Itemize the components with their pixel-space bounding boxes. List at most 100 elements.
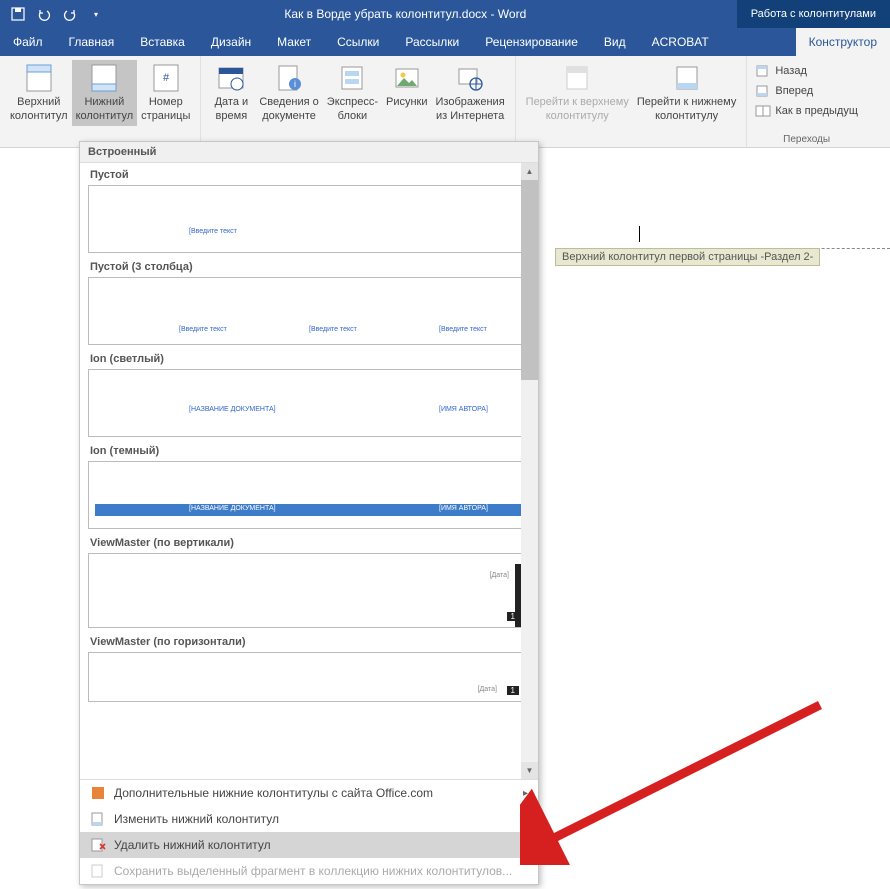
preset-preview-blank[interactable]: [Введите текст xyxy=(88,185,530,253)
goto-header-label: Перейти к верхнему колонтитулу xyxy=(526,96,629,124)
tab-designer[interactable]: Конструктор xyxy=(796,28,890,56)
office-icon xyxy=(90,785,106,801)
footer-button[interactable]: Нижний колонтитул xyxy=(72,60,138,126)
preset-preview-blank3[interactable]: [Введите текст [Введите текст [Введите т… xyxy=(88,277,530,345)
header-label: Верхний колонтитул xyxy=(10,96,68,124)
goto-header-icon xyxy=(561,62,593,94)
ribbon-tabs: Файл Главная Вставка Дизайн Макет Ссылки… xyxy=(0,28,890,56)
tab-home[interactable]: Главная xyxy=(56,28,128,56)
nav-back-icon xyxy=(755,63,771,79)
tab-insert[interactable]: Вставка xyxy=(127,28,198,56)
tab-layout[interactable]: Макет xyxy=(264,28,324,56)
pictures-label: Рисунки xyxy=(386,96,428,110)
preset-preview-vm-horizontal[interactable]: [Дата] 1 xyxy=(88,652,530,702)
placeholder-text: [Введите текст xyxy=(309,326,357,333)
customize-qat-icon[interactable]: ▾ xyxy=(84,2,108,26)
page-number-button[interactable]: # Номер страницы xyxy=(137,60,194,126)
more-from-office-label: Дополнительные нижние колонтитулы с сайт… xyxy=(114,786,433,800)
preset-preview-vm-vertical[interactable]: [Дата] 1 xyxy=(88,553,530,628)
scroll-down-icon[interactable]: ▼ xyxy=(521,762,538,779)
tab-acrobat[interactable]: ACROBAT xyxy=(639,28,722,56)
save-icon[interactable] xyxy=(6,2,30,26)
preset-title-0: Пустой xyxy=(88,163,530,185)
placeholder-text: [Дата] xyxy=(478,686,497,693)
doc-info-button[interactable]: i Сведения о документе xyxy=(255,60,322,126)
redo-icon[interactable] xyxy=(58,2,82,26)
preset-title-5: ViewMaster (по горизонтали) xyxy=(88,630,530,652)
scroll-track[interactable] xyxy=(521,380,538,762)
date-time-button[interactable]: Дата и время xyxy=(207,60,255,126)
gallery-footer: Дополнительные нижние колонтитулы с сайт… xyxy=(80,779,538,884)
placeholder-text: [Введите текст xyxy=(179,326,227,333)
placeholder-text: [Дата] xyxy=(490,572,509,579)
edit-footer-icon xyxy=(90,811,106,827)
nav-forward-label: Вперед xyxy=(775,85,813,97)
document-page: Верхний колонтитул первой страницы -Разд… xyxy=(555,148,890,242)
ribbon: Верхний колонтитул Нижний колонтитул # Н… xyxy=(0,56,890,148)
pictures-button[interactable]: Рисунки xyxy=(382,60,432,126)
doc-info-label: Сведения о документе xyxy=(259,96,318,124)
nav-back-button[interactable]: Назад xyxy=(753,62,860,80)
placeholder-text: [ИМЯ АВТОРА] xyxy=(439,505,488,512)
footer-label: Нижний колонтитул xyxy=(76,96,134,124)
remove-footer-label: Удалить нижний колонтитул xyxy=(114,838,271,852)
gallery-scrollbar[interactable]: ▲ ▼ xyxy=(521,163,538,779)
tab-file[interactable]: Файл xyxy=(0,28,56,56)
title-bar: ▾ Как в Ворде убрать колонтитул.docx - W… xyxy=(0,0,890,28)
goto-header-button: Перейти к верхнему колонтитулу xyxy=(522,60,633,126)
quick-parts-icon xyxy=(336,62,368,94)
placeholder-text: [ИМЯ АВТОРА] xyxy=(439,406,488,413)
preset-title-3: Ion (темный) xyxy=(88,439,530,461)
gallery-group-builtin: Встроенный xyxy=(80,142,538,163)
online-pictures-label: Изображения из Интернета xyxy=(436,96,505,124)
svg-text:i: i xyxy=(294,79,296,89)
tab-references[interactable]: Ссылки xyxy=(324,28,392,56)
header-icon xyxy=(23,62,55,94)
scroll-up-icon[interactable]: ▲ xyxy=(521,163,538,180)
save-selection-icon xyxy=(90,863,106,879)
page-num-badge: 1 xyxy=(507,612,519,621)
placeholder-text: [Введите текст xyxy=(189,228,237,235)
text-cursor xyxy=(639,226,890,242)
quick-access-toolbar: ▾ xyxy=(0,2,114,26)
placeholder-text: [Введите текст xyxy=(439,326,487,333)
header-section-tag: Верхний колонтитул первой страницы -Разд… xyxy=(555,248,820,266)
gallery-body: Пустой [Введите текст Пустой (3 столбца)… xyxy=(80,163,538,779)
svg-text:#: # xyxy=(163,72,170,84)
preset-title-2: Ion (светлый) xyxy=(88,347,530,369)
preset-preview-ion-light[interactable]: [НАЗВАНИЕ ДОКУМЕНТА] [ИМЯ АВТОРА] xyxy=(88,369,530,437)
tab-view[interactable]: Вид xyxy=(591,28,639,56)
page-num-badge: 1 xyxy=(507,686,519,695)
nav-link-previous-label: Как в предыдущ xyxy=(775,105,858,117)
quick-parts-button[interactable]: Экспресс- блоки xyxy=(323,60,382,126)
nav-link-previous-button[interactable]: Как в предыдущ xyxy=(753,102,860,120)
nav-group-label: Переходы xyxy=(747,134,866,145)
scroll-thumb[interactable] xyxy=(521,180,538,380)
tab-design[interactable]: Дизайн xyxy=(198,28,264,56)
doc-info-icon: i xyxy=(273,62,305,94)
link-previous-icon xyxy=(755,103,771,119)
footer-gallery: Встроенный Пустой [Введите текст Пустой … xyxy=(79,141,539,885)
tab-mailings[interactable]: Рассылки xyxy=(392,28,472,56)
preset-preview-ion-dark[interactable]: [НАЗВАНИЕ ДОКУМЕНТА] [ИМЯ АВТОРА] xyxy=(88,461,530,529)
nav-forward-button[interactable]: Вперед xyxy=(753,82,860,100)
document-area: Верхний колонтитул первой страницы -Разд… xyxy=(555,148,890,889)
goto-footer-icon xyxy=(671,62,703,94)
save-selection-label: Сохранить выделенный фрагмент в коллекци… xyxy=(114,864,512,878)
date-time-icon xyxy=(215,62,247,94)
page-number-label: Номер страницы xyxy=(141,96,190,124)
online-pictures-button[interactable]: Изображения из Интернета xyxy=(432,60,509,126)
document-title: Как в Ворде убрать колонтитул.docx - Wor… xyxy=(114,7,737,21)
edit-footer-button[interactable]: Изменить нижний колонтитул xyxy=(80,806,538,832)
placeholder-text: [НАЗВАНИЕ ДОКУМЕНТА] xyxy=(189,406,276,413)
remove-footer-icon xyxy=(90,837,106,853)
undo-icon[interactable] xyxy=(32,2,56,26)
quick-parts-label: Экспресс- блоки xyxy=(327,96,378,124)
tab-review[interactable]: Рецензирование xyxy=(472,28,591,56)
goto-footer-button[interactable]: Перейти к нижнему колонтитулу xyxy=(633,60,740,126)
more-from-office-button[interactable]: Дополнительные нижние колонтитулы с сайт… xyxy=(80,780,538,806)
footer-icon xyxy=(88,62,120,94)
header-button[interactable]: Верхний колонтитул xyxy=(6,60,72,126)
save-selection-button: Сохранить выделенный фрагмент в коллекци… xyxy=(80,858,538,884)
remove-footer-button[interactable]: Удалить нижний колонтитул xyxy=(80,832,538,858)
